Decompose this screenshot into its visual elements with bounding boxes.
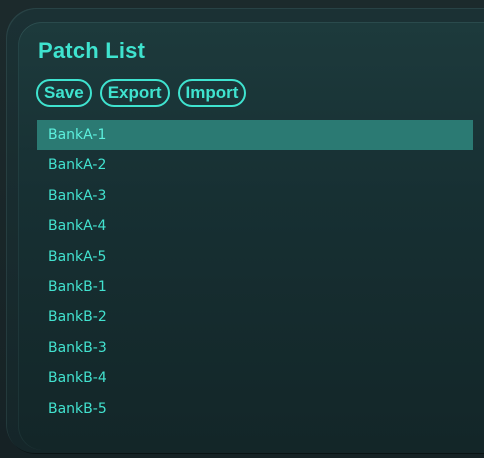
patch-list-item[interactable]: BankA-4: [37, 211, 473, 241]
patch-list-item[interactable]: BankB-2: [37, 302, 473, 332]
export-button[interactable]: Export: [99, 79, 170, 107]
patch-list-item[interactable]: BankA-2: [37, 150, 473, 180]
panel-title: Patch List: [38, 38, 146, 63]
patch-list-item[interactable]: BankA-5: [37, 242, 473, 272]
patch-list-item[interactable]: BankB-3: [37, 333, 473, 363]
patch-list-item[interactable]: BankB-5: [37, 394, 473, 424]
patch-list-item[interactable]: BankB-1: [37, 272, 473, 302]
window-frame: Patch List Save Export Import BankA-1 Ba…: [0, 0, 484, 458]
patch-list-item[interactable]: BankA-3: [37, 181, 473, 211]
patch-list[interactable]: BankA-1 BankA-2 BankA-3 BankA-4 BankA-5 …: [37, 120, 473, 424]
patch-list-item-selected[interactable]: BankA-1: [37, 120, 473, 151]
save-button[interactable]: Save: [36, 79, 92, 107]
import-button[interactable]: Import: [177, 79, 247, 107]
patch-list-item[interactable]: BankB-4: [37, 363, 473, 393]
toolbar: Save Export Import: [36, 79, 247, 107]
